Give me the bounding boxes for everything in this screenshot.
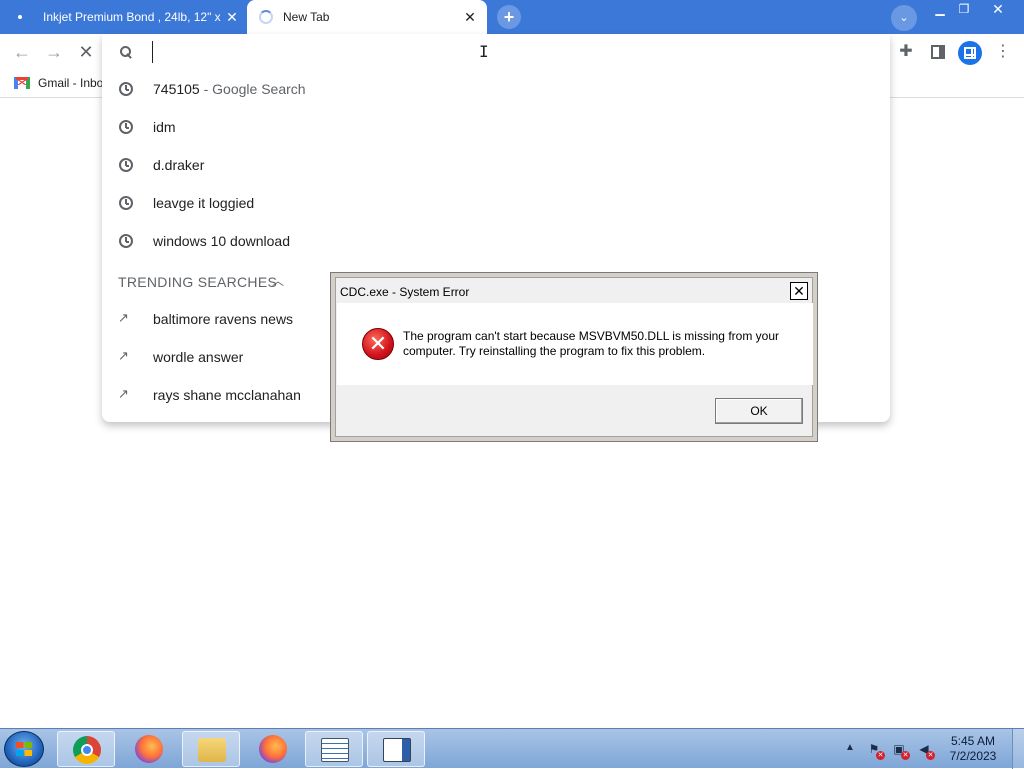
loading-spinner-icon (259, 10, 273, 24)
suggestion-text: 745105 (153, 81, 200, 97)
address-bar-input[interactable] (152, 41, 852, 63)
history-suggestion[interactable]: idm (102, 108, 890, 146)
history-clock-icon (119, 158, 133, 172)
application-window-icon (383, 738, 411, 762)
profile-avatar-icon[interactable] (958, 41, 982, 65)
restore-button[interactable]: ❐ (952, 1, 976, 18)
windows-logo-icon (16, 742, 32, 756)
tab-new-tab[interactable]: New Tab ✕ (247, 0, 487, 34)
history-suggestion[interactable]: d.draker (102, 146, 890, 184)
folder-icon (198, 738, 226, 762)
suggestion-text: leavge it loggied (153, 195, 255, 211)
trending-searches-header: TRENDING SEARCHES (118, 274, 278, 290)
dialog-title: CDC.exe - System Error (340, 285, 470, 299)
action-center-flag-icon[interactable]: ⚑ ✕ (866, 741, 885, 760)
dialog-message: The program can't start because MSVBVM50… (403, 329, 779, 358)
new-tab-button[interactable]: + (497, 5, 521, 29)
clock-time: 5:45 AM (950, 734, 996, 748)
dialog-close-button[interactable]: ✕ (790, 282, 808, 300)
history-clock-icon (119, 82, 133, 96)
taskbar-file-explorer-button[interactable] (182, 731, 240, 767)
history-clock-icon (119, 120, 133, 134)
tab-close-icon[interactable]: ✕ (224, 9, 240, 25)
suggestion-text: d.draker (153, 157, 205, 173)
tab-search-button[interactable]: ⌄ (891, 5, 917, 31)
firefox-icon (259, 735, 287, 763)
history-suggestion[interactable]: windows 10 download (102, 222, 890, 260)
taskbar-chrome-button[interactable] (57, 731, 115, 767)
suggestion-suffix: - Google Search (199, 81, 306, 97)
chrome-icon (73, 736, 101, 764)
history-clock-icon (119, 234, 133, 248)
kebab-menu-icon[interactable]: ⋮ (993, 42, 1013, 62)
bookmark-gmail[interactable]: Gmail - Inbo (14, 76, 103, 90)
firefox-icon (135, 735, 163, 763)
tab-close-icon[interactable]: ✕ (462, 9, 478, 25)
taskbar-notepad-button[interactable] (305, 731, 363, 767)
minimize-button[interactable]: ▁ (928, 1, 952, 18)
start-button[interactable] (4, 731, 44, 767)
window-close-button[interactable]: ✕ (978, 1, 1018, 18)
taskbar-application-button[interactable] (367, 731, 425, 767)
trending-arrow-icon: ↗ (118, 386, 129, 401)
loading-dot-icon (18, 15, 22, 19)
taskbar-firefox-button[interactable] (244, 731, 302, 767)
error-icon: ✕ (362, 328, 394, 360)
trending-arrow-icon: ↗ (118, 310, 129, 325)
suggestion-text: idm (153, 119, 176, 135)
bookmark-label: Gmail - Inbo (38, 76, 104, 90)
suggestion-text: rays shane mcclanahan (153, 387, 301, 403)
tab-strip: Inkjet Premium Bond , 24lb, 12" x ✕ New … (0, 0, 1024, 34)
back-arrow-icon[interactable]: ← (12, 42, 32, 62)
show-hidden-icons-icon[interactable]: ▲ (845, 742, 855, 753)
trending-arrow-icon: ↗ (118, 348, 129, 363)
taskbar-firefox-button[interactable] (120, 731, 178, 767)
i-beam-cursor-icon: I (479, 42, 489, 61)
tab-title: Inkjet Premium Bond , 24lb, 12" x (43, 10, 221, 24)
taskbar: ▲ ⚑ ✕ ▣ ✕ ◀ ✕ 5:45 AM 7/2/2023 (0, 728, 1024, 769)
extensions-puzzle-icon[interactable]: ✚ (896, 42, 916, 62)
chevron-up-icon[interactable]: ︿ (272, 272, 284, 289)
show-desktop-button[interactable] (1012, 729, 1024, 769)
gmail-icon (14, 77, 30, 89)
tab-title: New Tab (283, 10, 330, 24)
network-icon[interactable]: ▣ ✕ (891, 741, 910, 760)
history-clock-icon (119, 196, 133, 210)
tab-inkjet-premium-bond[interactable]: Inkjet Premium Bond , 24lb, 12" x ✕ (0, 0, 247, 34)
clock-date: 7/2/2023 (949, 749, 997, 763)
suggestion-text: baltimore ravens news (153, 311, 294, 327)
search-icon (119, 45, 133, 59)
forward-arrow-icon[interactable]: → (44, 42, 64, 62)
suggestion-text: windows 10 download (153, 233, 290, 249)
suggestion-text: wordle answer (153, 349, 244, 365)
history-suggestion[interactable]: 745105 - Google Search (102, 70, 890, 108)
stop-loading-icon[interactable]: ✕ (76, 42, 96, 62)
history-suggestion[interactable]: leavge it loggied (102, 184, 890, 222)
notepad-icon (321, 738, 349, 762)
system-clock[interactable]: 5:45 AM 7/2/2023 (938, 734, 1008, 764)
side-panel-icon[interactable] (928, 42, 948, 62)
ok-button[interactable]: OK (715, 398, 803, 424)
system-error-dialog: CDC.exe - System Error ✕ ✕ The program c… (330, 272, 818, 442)
volume-muted-icon[interactable]: ◀ ✕ (916, 741, 935, 760)
dialog-body: ✕ The program can't start because MSVBVM… (337, 303, 813, 385)
